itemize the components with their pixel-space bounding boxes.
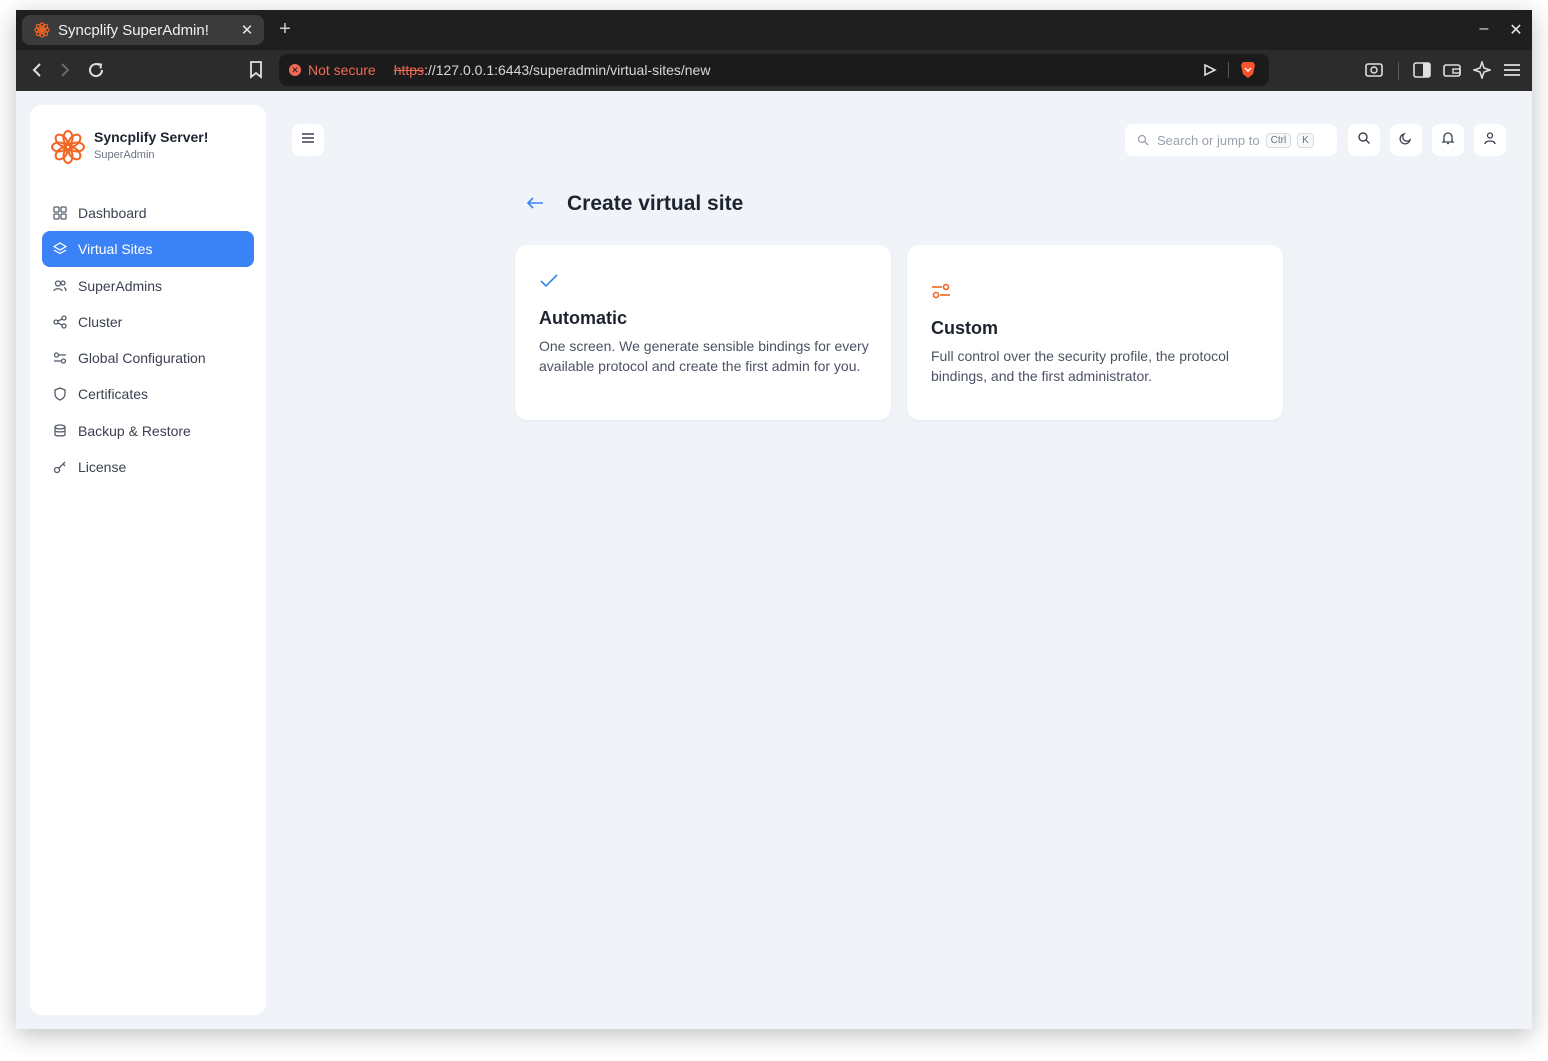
share-icon [52, 314, 68, 330]
profile-button[interactable] [1474, 124, 1506, 156]
sliders-icon [52, 350, 68, 366]
sidebar-item-certificates[interactable]: Certificates [42, 376, 254, 412]
sidebar-item-superadmins[interactable]: SuperAdmins [42, 268, 254, 304]
user-icon [1483, 131, 1497, 150]
forward-nav-icon[interactable] [54, 59, 76, 81]
tab-title: Syncplify SuperAdmin! [58, 21, 209, 39]
ai-sparkle-icon[interactable] [1471, 59, 1493, 81]
close-window-button[interactable]: ✕ [1506, 20, 1526, 40]
sidebar-item-dashboard[interactable]: Dashboard [42, 195, 254, 231]
wallet-icon[interactable] [1441, 59, 1463, 81]
bookmark-icon[interactable] [245, 59, 267, 81]
back-button[interactable] [524, 194, 546, 216]
screenshot-icon[interactable] [1363, 59, 1385, 81]
url-text: ://127.0.0.1:6443/superadmin/virtual-sit… [424, 62, 711, 78]
menu-icon[interactable] [1501, 59, 1523, 81]
sidebar-item-label: Backup & Restore [78, 422, 191, 439]
custom-option-card[interactable]: Custom Full control over the security pr… [907, 245, 1283, 420]
browser-tab[interactable]: Syncplify SuperAdmin! ✕ [22, 15, 264, 45]
browser-toolbar: ✕ Not secure https ://127.0.0.1:6443/sup… [16, 50, 1532, 91]
card-description: Full control over the security profile, … [931, 348, 1230, 384]
database-icon [52, 423, 68, 439]
sidebar-item-label: Global Configuration [78, 350, 206, 367]
security-label: Not secure [308, 62, 376, 78]
search-input[interactable]: Search or jump to Ctrl K [1125, 124, 1337, 156]
sidebar: Syncplify Server! SuperAdmin Dashboard V… [30, 105, 266, 1015]
sidebar-item-label: Virtual Sites [78, 241, 153, 258]
menu-toggle-button[interactable] [292, 124, 324, 156]
shield-icon [52, 386, 68, 402]
brand-name: Syncplify Server! [94, 129, 209, 145]
sidebar-item-label: License [78, 459, 127, 476]
sidebar-nav: Dashboard Virtual Sites SuperAdmins Clus… [42, 195, 254, 485]
reload-icon[interactable] [85, 59, 107, 81]
grid-icon [52, 205, 68, 221]
sidebar-item-label: Certificates [78, 386, 149, 403]
search-placeholder: Search or jump to [1157, 132, 1260, 148]
address-bar[interactable]: ✕ Not secure https ://127.0.0.1:6443/sup… [279, 54, 1269, 86]
sidebar-item-global-configuration[interactable]: Global Configuration [42, 340, 254, 376]
not-secure-icon: ✕ [289, 64, 301, 76]
sidebar-item-license[interactable]: License [42, 449, 254, 485]
search-icon [1137, 134, 1149, 146]
sidebar-toggle-icon[interactable] [1411, 59, 1433, 81]
bell-icon [1441, 131, 1455, 150]
arrow-left-icon [526, 196, 544, 215]
notifications-button[interactable] [1432, 124, 1464, 156]
automatic-option-card[interactable]: Automatic One screen. We generate sensib… [515, 245, 891, 420]
sidebar-item-virtual-sites[interactable]: Virtual Sites [42, 231, 254, 268]
brand-role: SuperAdmin [94, 149, 155, 161]
browser-window: Syncplify SuperAdmin! ✕ + – ✕ ✕ Not secu… [16, 10, 1532, 1029]
users-icon [52, 278, 68, 294]
sidebar-item-label: Dashboard [78, 205, 147, 221]
card-description: One screen. We generate sensible binding… [539, 338, 869, 374]
sliders-icon [931, 281, 951, 301]
sidebar-item-label: Cluster [78, 313, 123, 330]
brave-shield-icon[interactable] [1239, 61, 1257, 79]
search-button[interactable] [1348, 124, 1380, 156]
moon-icon [1399, 131, 1413, 150]
kbd-ctrl: Ctrl [1265, 132, 1292, 148]
hamburger-icon [301, 131, 315, 149]
check-icon [539, 271, 559, 291]
tab-strip: Syncplify SuperAdmin! ✕ + – ✕ [16, 10, 1532, 50]
flower-logo-icon [33, 21, 51, 39]
card-title: Automatic [539, 308, 628, 328]
layers-icon [52, 241, 68, 257]
key-icon [52, 459, 68, 475]
sidebar-item-cluster[interactable]: Cluster [42, 304, 254, 340]
flower-logo-icon [50, 129, 86, 165]
new-tab-button[interactable]: + [274, 18, 296, 40]
app-page: Syncplify Server! SuperAdmin Dashboard V… [16, 91, 1532, 1029]
back-nav-icon[interactable] [26, 59, 48, 81]
minimize-button[interactable]: – [1474, 20, 1494, 38]
theme-toggle-button[interactable] [1390, 124, 1422, 156]
sidebar-item-label: SuperAdmins [78, 277, 163, 294]
share-send-icon[interactable] [1202, 62, 1218, 78]
search-icon [1357, 131, 1371, 150]
sidebar-item-backup-restore[interactable]: Backup & Restore [42, 413, 254, 449]
brand[interactable]: Syncplify Server! SuperAdmin [50, 127, 250, 171]
kbd-k: K [1297, 132, 1314, 148]
page-title: Create virtual site [567, 192, 744, 215]
tab-close-icon[interactable]: ✕ [236, 21, 258, 39]
card-title: Custom [931, 318, 998, 338]
url-scheme: https [393, 62, 425, 78]
